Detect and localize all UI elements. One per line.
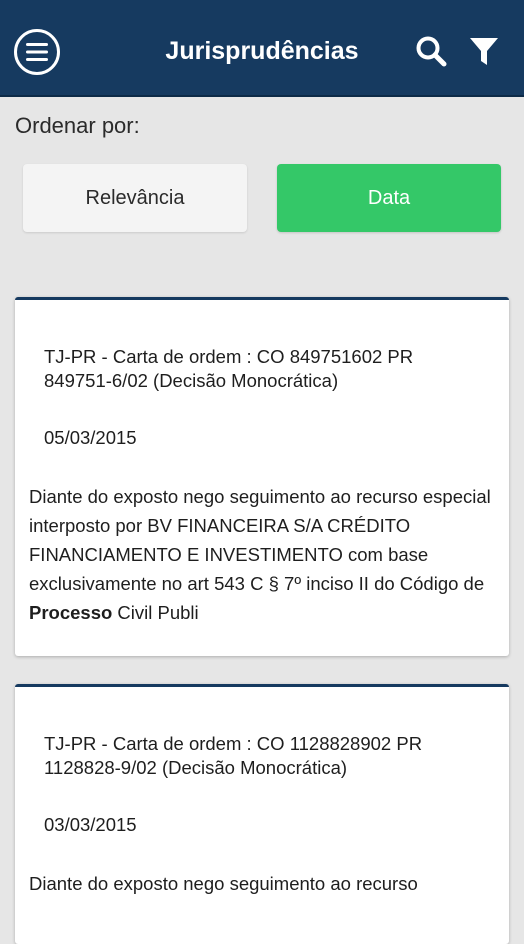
result-title: TJ-PR - Carta de ordem : CO 1128828902 P…: [44, 733, 423, 778]
excerpt-text-end: Civil Publi: [112, 602, 199, 623]
menu-button[interactable]: [13, 28, 61, 76]
hamburger-circle-icon: [14, 29, 60, 75]
result-card[interactable]: TJ-PR - Carta de ordem : CO 849751602 PR…: [15, 297, 509, 656]
result-card[interactable]: TJ-PR - Carta de ordem : CO 1128828902 P…: [15, 684, 509, 944]
filter-button[interactable]: [467, 34, 501, 68]
filter-funnel-icon: [470, 38, 498, 65]
result-date: 03/03/2015: [44, 814, 137, 835]
search-icon: [416, 36, 447, 67]
search-button[interactable]: [414, 34, 448, 68]
result-excerpt: Diante do exposto nego seguimento ao rec…: [29, 482, 497, 627]
excerpt-highlight: Processo: [29, 602, 113, 623]
page-title: Jurisprudências: [165, 37, 359, 65]
excerpt-text: Diante do exposto nego seguimento ao rec…: [29, 486, 491, 594]
result-date: 05/03/2015: [44, 427, 137, 448]
excerpt-text: Diante do exposto nego seguimento ao rec…: [29, 873, 418, 894]
result-title: TJ-PR - Carta de ordem : CO 849751602 PR…: [44, 346, 414, 391]
sort-relevance-button[interactable]: Relevância: [23, 164, 247, 232]
sort-date-button[interactable]: Data: [277, 164, 501, 232]
app-bar: Jurisprudências: [0, 0, 524, 97]
result-excerpt: Diante do exposto nego seguimento ao rec…: [29, 869, 497, 898]
sort-label: Ordenar por:: [15, 113, 140, 138]
